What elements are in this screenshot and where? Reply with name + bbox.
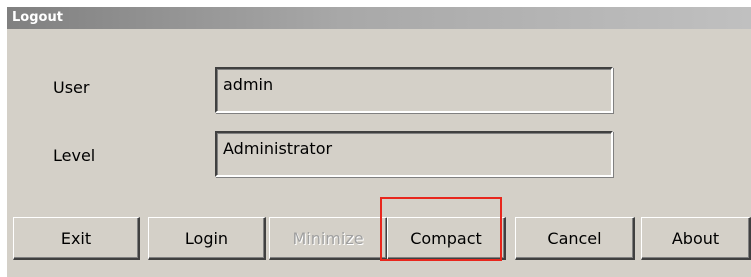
user-label: User xyxy=(53,78,90,97)
user-field: admin xyxy=(215,67,613,113)
login-button[interactable]: Login xyxy=(148,217,266,260)
cancel-button[interactable]: Cancel xyxy=(515,217,635,260)
level-field: Administrator xyxy=(215,131,613,177)
exit-button[interactable]: Exit xyxy=(13,217,140,260)
window-title: Logout xyxy=(12,10,63,25)
level-label: Level xyxy=(53,146,96,165)
about-button[interactable]: About xyxy=(641,217,751,260)
minimize-button: Minimize xyxy=(269,217,388,260)
title-bar: Logout xyxy=(7,7,751,29)
compact-button[interactable]: Compact xyxy=(387,217,506,260)
logout-dialog: Logout User admin Level Administrator Ex… xyxy=(7,7,751,277)
